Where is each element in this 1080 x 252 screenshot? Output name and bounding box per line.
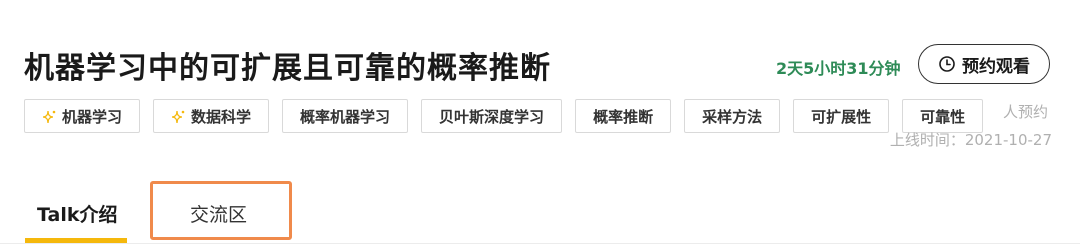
tag-label: 可扩展性	[811, 107, 872, 126]
sparkle-icon	[171, 109, 186, 124]
tab-divider	[0, 243, 1080, 244]
sparkle-icon	[42, 109, 57, 124]
highlight-box	[150, 181, 292, 240]
tag-label: 数据科学	[191, 107, 252, 126]
tag-label: 机器学习	[62, 107, 123, 126]
talk-title: 机器学习中的可扩展且可靠的概率推断	[24, 51, 551, 86]
reservation-count: 人预约	[1003, 103, 1049, 121]
tag-probabilistic-inference[interactable]: 概率推断	[575, 99, 672, 133]
tag-label: 概率机器学习	[300, 107, 391, 126]
tag-data-science[interactable]: 数据科学	[153, 99, 270, 133]
tag-label: 可靠性	[920, 107, 966, 126]
tag-list: 机器学习 数据科学 概率机器学习 贝叶斯深度学习 概率推断 采样方法 可扩展性	[24, 99, 1002, 135]
tag-label: 概率推断	[593, 107, 654, 126]
tag-label: 贝叶斯深度学习	[439, 107, 545, 126]
tag-label: 采样方法	[702, 107, 763, 126]
tag-reliability[interactable]: 可靠性	[902, 99, 984, 133]
reserve-watch-button[interactable]: 预约观看	[918, 44, 1050, 84]
countdown-timer: 2天5小时31分钟	[776, 59, 901, 78]
tag-machine-learning[interactable]: 机器学习	[24, 99, 141, 133]
clock-icon	[938, 55, 956, 73]
tab-talk-intro[interactable]: Talk介绍	[37, 200, 117, 227]
tag-bayesian-deep-learning[interactable]: 贝叶斯深度学习	[421, 99, 563, 133]
tag-probabilistic-ml[interactable]: 概率机器学习	[282, 99, 409, 133]
tag-scalability[interactable]: 可扩展性	[793, 99, 890, 133]
tag-sampling-methods[interactable]: 采样方法	[684, 99, 781, 133]
online-time: 上线时间：2021-10-27	[889, 131, 1052, 149]
reserve-watch-label: 预约观看	[962, 56, 1030, 77]
talk-page: 机器学习中的可扩展且可靠的概率推断 2天5小时31分钟 预约观看 机器学习 数据…	[0, 0, 1080, 252]
